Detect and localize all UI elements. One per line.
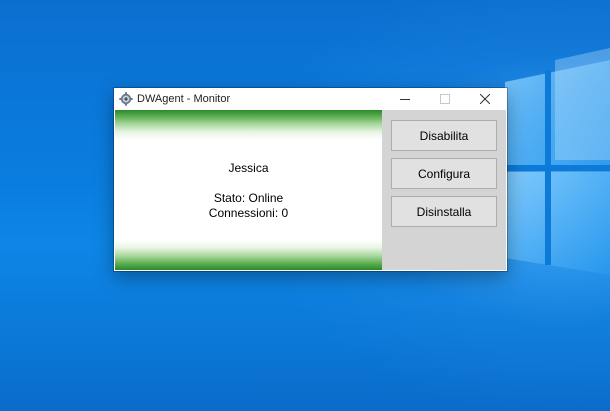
agent-name: Jessica bbox=[228, 161, 269, 175]
configure-button[interactable]: Configura bbox=[391, 158, 497, 189]
agent-status-panel: Jessica Stato: Online Connessioni: 0 bbox=[115, 110, 382, 270]
dwagent-gear-icon bbox=[119, 92, 133, 106]
maximize-icon bbox=[440, 94, 450, 104]
close-button[interactable] bbox=[465, 88, 505, 110]
uninstall-button[interactable]: Disinstalla bbox=[391, 196, 497, 227]
disable-button[interactable]: Disabilita bbox=[391, 120, 497, 151]
title-bar[interactable]: DWAgent - Monitor bbox=[114, 88, 507, 110]
close-icon bbox=[480, 94, 490, 104]
minimize-button[interactable] bbox=[385, 88, 425, 110]
maximize-button bbox=[425, 88, 465, 110]
minimize-icon bbox=[400, 99, 410, 100]
connections-count: Connessioni: 0 bbox=[208, 206, 289, 220]
window-title: DWAgent - Monitor bbox=[137, 93, 231, 105]
actions-panel: Disabilita Configura Disinstalla bbox=[382, 110, 506, 270]
agent-status-text: Stato: Online bbox=[213, 191, 284, 205]
dwagent-monitor-window: DWAgent - Monitor Jessica Stato: Online … bbox=[114, 88, 507, 271]
